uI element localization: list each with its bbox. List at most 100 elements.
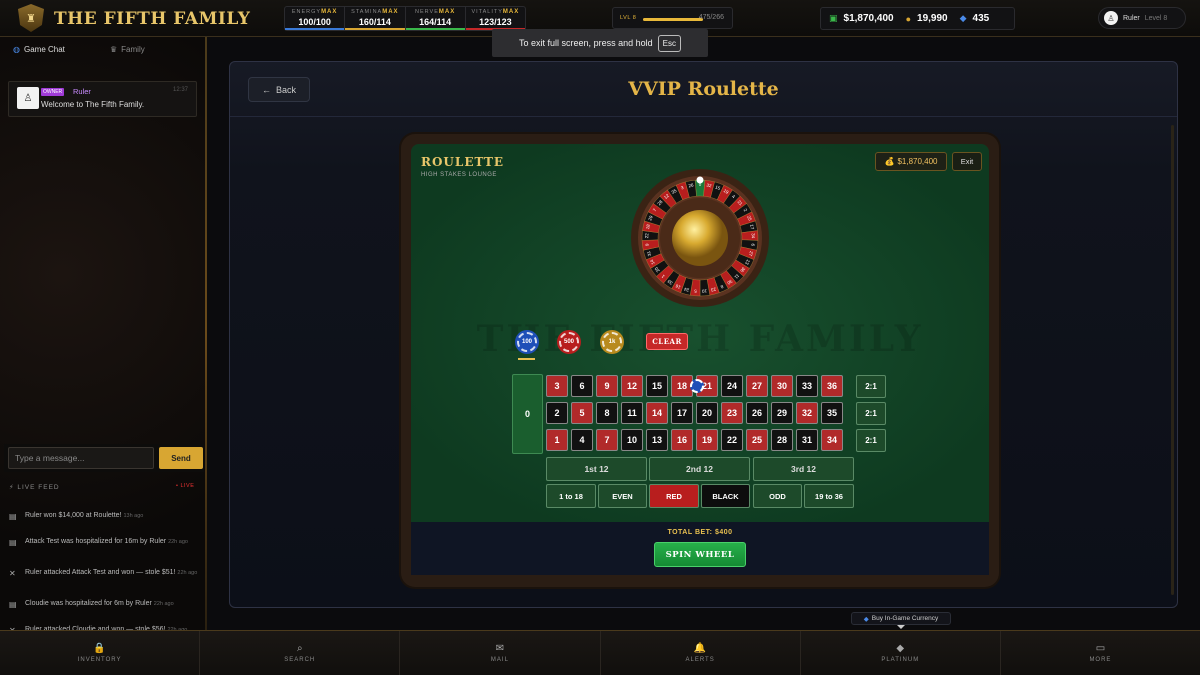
nav-inventory[interactable]: 🔒 INVENTORY [0, 631, 201, 675]
bet-number-6[interactable]: 6 [571, 375, 593, 397]
bet-number-35[interactable]: 35 [821, 402, 843, 424]
bet-number-32[interactable]: 32 [796, 402, 818, 424]
bet-column-2[interactable]: 2:1 [856, 402, 886, 425]
feed-text: Ruler attacked Attack Test and won — sto… [25, 569, 176, 576]
bet-1st-12[interactable]: 1st 12 [546, 457, 647, 481]
bet-number-14[interactable]: 14 [646, 402, 668, 424]
bet-number-33[interactable]: 33 [796, 375, 818, 397]
buy-currency-button[interactable]: ◆ Buy In-Game Currency [851, 612, 951, 629]
clear-button[interactable]: CLEAR [646, 333, 688, 350]
bet-odd[interactable]: ODD [753, 484, 802, 508]
level-progress[interactable]: LVL 8 475/266 [612, 7, 733, 29]
stat-stamina[interactable]: STAMINAMAX 160/114 [345, 7, 406, 30]
bet-number-19[interactable]: 19 [696, 429, 718, 451]
crown-icon: ♛ [110, 45, 118, 54]
toast-key: Esc [657, 34, 681, 52]
scroll-icon: ▤ [9, 538, 17, 547]
brand-title[interactable]: THE FIFTH FAMILY [54, 9, 250, 29]
bet-even[interactable]: EVEN [598, 484, 647, 508]
live-indicator: • LIVE [176, 483, 195, 489]
tab-game-chat[interactable]: ◍ Game Chat [13, 45, 65, 54]
bet-number-2[interactable]: 2 [546, 402, 568, 424]
chat-form: Send [4, 444, 204, 472]
bet-number-29[interactable]: 29 [771, 402, 793, 424]
bet-number-8[interactable]: 8 [596, 402, 618, 424]
bet-number-9[interactable]: 9 [596, 375, 618, 397]
bet-number-30[interactable]: 30 [771, 375, 793, 397]
stat-energy[interactable]: ENERGYMAX 100/100 [285, 7, 346, 30]
currency-bar[interactable]: ▣ $1,870,400 ● 19,990 ◆ 435 [820, 7, 1015, 30]
page-title: VVIP Roulette [628, 78, 779, 100]
feed-time: 22h ago [153, 601, 174, 607]
bet-number-34[interactable]: 34 [821, 429, 843, 451]
level-track [643, 18, 703, 21]
bet-2nd-12[interactable]: 2nd 12 [649, 457, 750, 481]
feed-text: Ruler won $14,000 at Roulette! [25, 512, 122, 519]
bet-black[interactable]: BLACK [701, 484, 750, 508]
bet-number-4[interactable]: 4 [571, 429, 593, 451]
bet-number-10[interactable]: 10 [621, 429, 643, 451]
bet-number-27[interactable]: 27 [746, 375, 768, 397]
nav-more[interactable]: ▭ MORE [1001, 631, 1200, 675]
bet-number-24[interactable]: 24 [721, 375, 743, 397]
send-button[interactable]: Send [159, 447, 203, 469]
bet-3rd-12[interactable]: 3rd 12 [753, 457, 854, 481]
bet-1-to-18[interactable]: 1 to 18 [546, 484, 596, 508]
bet-number-23[interactable]: 23 [721, 402, 743, 424]
chat-author[interactable]: Ruler [73, 87, 91, 96]
nav-mail[interactable]: ✉ MAIL [400, 631, 601, 675]
family-crest-icon[interactable]: ♜ [18, 4, 44, 32]
coins-icon: ● [905, 13, 912, 24]
toast-text: To exit full screen, press and hold [519, 38, 653, 48]
gem-icon: ◆ [863, 615, 869, 623]
tab-family[interactable]: ♛ Family [110, 45, 145, 54]
chat-input[interactable] [8, 447, 154, 469]
coins-value: 19,990 [917, 13, 948, 24]
avatar: ♙ [1104, 11, 1118, 25]
nav-alerts[interactable]: 🔔 ALERTS [601, 631, 801, 675]
stat-bar [405, 28, 465, 30]
user-profile[interactable]: ♙ Ruler Level 8 [1098, 7, 1186, 29]
chip-500[interactable]: 500 [557, 330, 581, 354]
user-level: Level 8 [1144, 14, 1168, 22]
bet-zero[interactable]: 0 [512, 374, 543, 454]
bet-number-3[interactable]: 3 [546, 375, 568, 397]
bet-number-36[interactable]: 36 [821, 375, 843, 397]
chip-100[interactable]: 100 [515, 330, 539, 354]
bet-number-20[interactable]: 20 [696, 402, 718, 424]
bet-number-25[interactable]: 25 [746, 429, 768, 451]
exit-button[interactable]: Exit [952, 152, 982, 171]
stat-vitality[interactable]: VITALITYMAX 123/123 [465, 7, 525, 30]
roulette-subtitle: HIGH STAKES LOUNGE [421, 172, 497, 178]
bet-number-28[interactable]: 28 [771, 429, 793, 451]
nav-search[interactable]: ⌕ SEARCH [200, 631, 401, 675]
bet-column-1[interactable]: 2:1 [856, 375, 886, 398]
bet-red[interactable]: RED [649, 484, 699, 508]
bet-number-7[interactable]: 7 [596, 429, 618, 451]
bet-19-to-36[interactable]: 19 to 36 [804, 484, 854, 508]
bet-number-5[interactable]: 5 [571, 402, 593, 424]
bet-number-13[interactable]: 13 [646, 429, 668, 451]
chat-message: ♙ OWNER Ruler 12:37 Welcome to The Fifth… [8, 81, 197, 117]
wheel-number: 34 [751, 233, 756, 239]
bet-number-1[interactable]: 1 [546, 429, 568, 451]
gem-icon: ◆ [959, 13, 967, 23]
spin-wheel-button[interactable]: SPIN WHEEL [654, 542, 746, 567]
stat-nerve[interactable]: NERVEMAX 164/114 [405, 7, 466, 30]
stat-bar [285, 28, 345, 30]
scroll-icon: ▤ [9, 600, 17, 609]
bet-number-17[interactable]: 17 [671, 402, 693, 424]
bet-column-3[interactable]: 2:1 [856, 429, 886, 452]
chip-1k[interactable]: 1k [600, 330, 624, 354]
bet-number-16[interactable]: 16 [671, 429, 693, 451]
bet-number-12[interactable]: 12 [621, 375, 643, 397]
bet-number-31[interactable]: 31 [796, 429, 818, 451]
level-xp: 475/266 [698, 14, 724, 21]
bet-number-11[interactable]: 11 [621, 402, 643, 424]
bet-number-26[interactable]: 26 [746, 402, 768, 424]
bet-number-15[interactable]: 15 [646, 375, 668, 397]
nav-platinum[interactable]: ◆ PLATINUM [801, 631, 1001, 675]
more-icon: ▭ [1095, 643, 1106, 654]
scrollbar[interactable] [1171, 125, 1174, 595]
bet-number-22[interactable]: 22 [721, 429, 743, 451]
